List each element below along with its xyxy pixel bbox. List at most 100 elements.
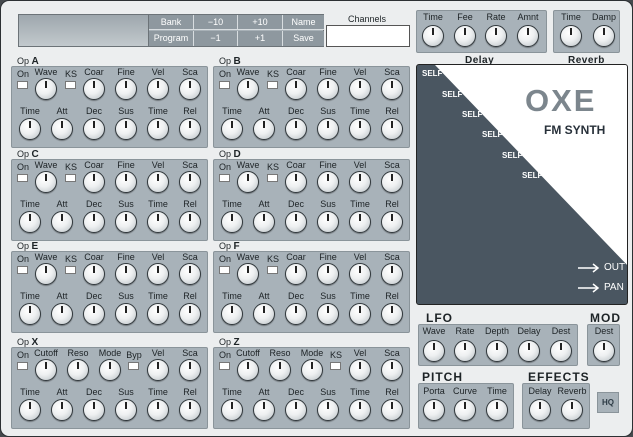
op-f-dec-2-knob[interactable] <box>285 303 307 325</box>
delay-amnt-knob[interactable] <box>517 25 539 47</box>
op-c-rel-5-knob[interactable] <box>179 211 201 233</box>
op-c-ks-toggle[interactable] <box>65 174 76 182</box>
op-z-sus-3-knob[interactable] <box>317 399 339 421</box>
op-z-ks-toggle[interactable] <box>330 362 341 370</box>
op-c-fine-knob[interactable] <box>115 171 137 193</box>
op-c-vel-knob[interactable] <box>147 171 169 193</box>
op-c-sus-3-knob[interactable] <box>115 211 137 233</box>
op-f-ks-toggle[interactable] <box>267 266 278 274</box>
op-d-on-toggle[interactable] <box>219 174 230 182</box>
op-a-ks-toggle[interactable] <box>65 81 76 89</box>
mod-dest-knob[interactable] <box>593 340 615 362</box>
op-a-on-toggle[interactable] <box>17 81 28 89</box>
op-a-coar-knob[interactable] <box>83 78 105 100</box>
op-a-rel-5-knob[interactable] <box>179 118 201 140</box>
op-b-ks-toggle[interactable] <box>267 81 278 89</box>
op-b-on-toggle[interactable] <box>219 81 230 89</box>
op-c-coar-knob[interactable] <box>83 171 105 193</box>
plus-10-button[interactable]: +10 <box>238 15 283 30</box>
op-x-sus-3-knob[interactable] <box>115 399 137 421</box>
op-z-sca-knob[interactable] <box>381 359 403 381</box>
program-button[interactable]: Program <box>149 31 194 46</box>
op-z-cutoff-knob[interactable] <box>237 359 259 381</box>
op-c-wave-knob[interactable] <box>35 171 57 193</box>
op-a-vel-knob[interactable] <box>147 78 169 100</box>
lfo-wave-knob[interactable] <box>423 340 445 362</box>
op-f-coar-knob[interactable] <box>285 263 307 285</box>
op-a-dec-2-knob[interactable] <box>83 118 105 140</box>
op-z-time-0-knob[interactable] <box>221 399 243 421</box>
op-f-sus-3-knob[interactable] <box>317 303 339 325</box>
delay-time-knob[interactable] <box>422 25 444 47</box>
op-c-dec-2-knob[interactable] <box>83 211 105 233</box>
lfo-depth-knob[interactable] <box>486 340 508 362</box>
op-z-vel-knob[interactable] <box>349 359 371 381</box>
op-x-time-0-knob[interactable] <box>19 399 41 421</box>
delay-rate-knob[interactable] <box>485 25 507 47</box>
op-f-sca-knob[interactable] <box>381 263 403 285</box>
pitch-time-knob[interactable] <box>486 399 508 421</box>
op-e-time-0-knob[interactable] <box>19 303 41 325</box>
op-a-att-1-knob[interactable] <box>51 118 73 140</box>
pitch-curve-knob[interactable] <box>454 399 476 421</box>
minus-1-button[interactable]: −1 <box>194 31 238 46</box>
save-button[interactable]: Save <box>283 31 324 46</box>
op-b-vel-knob[interactable] <box>349 78 371 100</box>
op-b-time-4-knob[interactable] <box>349 118 371 140</box>
op-f-time-4-knob[interactable] <box>349 303 371 325</box>
op-e-att-1-knob[interactable] <box>51 303 73 325</box>
op-e-fine-knob[interactable] <box>115 263 137 285</box>
op-d-time-0-knob[interactable] <box>221 211 243 233</box>
effects-delay-knob[interactable] <box>529 399 551 421</box>
op-a-wave-knob[interactable] <box>35 78 57 100</box>
op-x-cutoff-knob[interactable] <box>35 359 57 381</box>
op-x-byp-toggle[interactable] <box>128 362 139 370</box>
op-f-rel-5-knob[interactable] <box>381 303 403 325</box>
op-e-rel-5-knob[interactable] <box>179 303 201 325</box>
op-e-sus-3-knob[interactable] <box>115 303 137 325</box>
bank-button[interactable]: Bank <box>149 15 194 30</box>
lfo-dest-knob[interactable] <box>550 340 572 362</box>
op-b-coar-knob[interactable] <box>285 78 307 100</box>
op-z-on-toggle[interactable] <box>219 362 230 370</box>
op-x-on-toggle[interactable] <box>17 362 28 370</box>
op-x-vel-knob[interactable] <box>147 359 169 381</box>
op-b-dec-2-knob[interactable] <box>285 118 307 140</box>
op-c-time-0-knob[interactable] <box>19 211 41 233</box>
op-e-on-toggle[interactable] <box>17 266 28 274</box>
op-d-att-1-knob[interactable] <box>253 211 275 233</box>
op-z-rel-5-knob[interactable] <box>381 399 403 421</box>
op-e-ks-toggle[interactable] <box>65 266 76 274</box>
op-a-time-4-knob[interactable] <box>147 118 169 140</box>
op-d-vel-knob[interactable] <box>349 171 371 193</box>
op-z-dec-2-knob[interactable] <box>285 399 307 421</box>
op-x-mode-knob[interactable] <box>99 359 121 381</box>
op-c-time-4-knob[interactable] <box>147 211 169 233</box>
op-d-wave-knob[interactable] <box>237 171 259 193</box>
op-x-time-4-knob[interactable] <box>147 399 169 421</box>
op-x-reso-knob[interactable] <box>67 359 89 381</box>
op-z-mode-knob[interactable] <box>301 359 323 381</box>
op-x-rel-5-knob[interactable] <box>179 399 201 421</box>
op-e-dec-2-knob[interactable] <box>83 303 105 325</box>
op-d-dec-2-knob[interactable] <box>285 211 307 233</box>
lfo-delay-knob[interactable] <box>518 340 540 362</box>
op-f-wave-knob[interactable] <box>237 263 259 285</box>
op-f-on-toggle[interactable] <box>219 266 230 274</box>
op-d-fine-knob[interactable] <box>317 171 339 193</box>
op-f-vel-knob[interactable] <box>349 263 371 285</box>
op-a-time-0-knob[interactable] <box>19 118 41 140</box>
op-b-time-0-knob[interactable] <box>221 118 243 140</box>
effects-reverb-knob[interactable] <box>561 399 583 421</box>
op-e-vel-knob[interactable] <box>147 263 169 285</box>
op-d-coar-knob[interactable] <box>285 171 307 193</box>
op-x-att-1-knob[interactable] <box>51 399 73 421</box>
delay-fee-knob[interactable] <box>454 25 476 47</box>
op-x-dec-2-knob[interactable] <box>83 399 105 421</box>
op-d-sus-3-knob[interactable] <box>317 211 339 233</box>
op-z-att-1-knob[interactable] <box>253 399 275 421</box>
op-f-time-0-knob[interactable] <box>221 303 243 325</box>
op-f-att-1-knob[interactable] <box>253 303 275 325</box>
op-c-att-1-knob[interactable] <box>51 211 73 233</box>
reverb-damp-knob[interactable] <box>593 25 615 47</box>
